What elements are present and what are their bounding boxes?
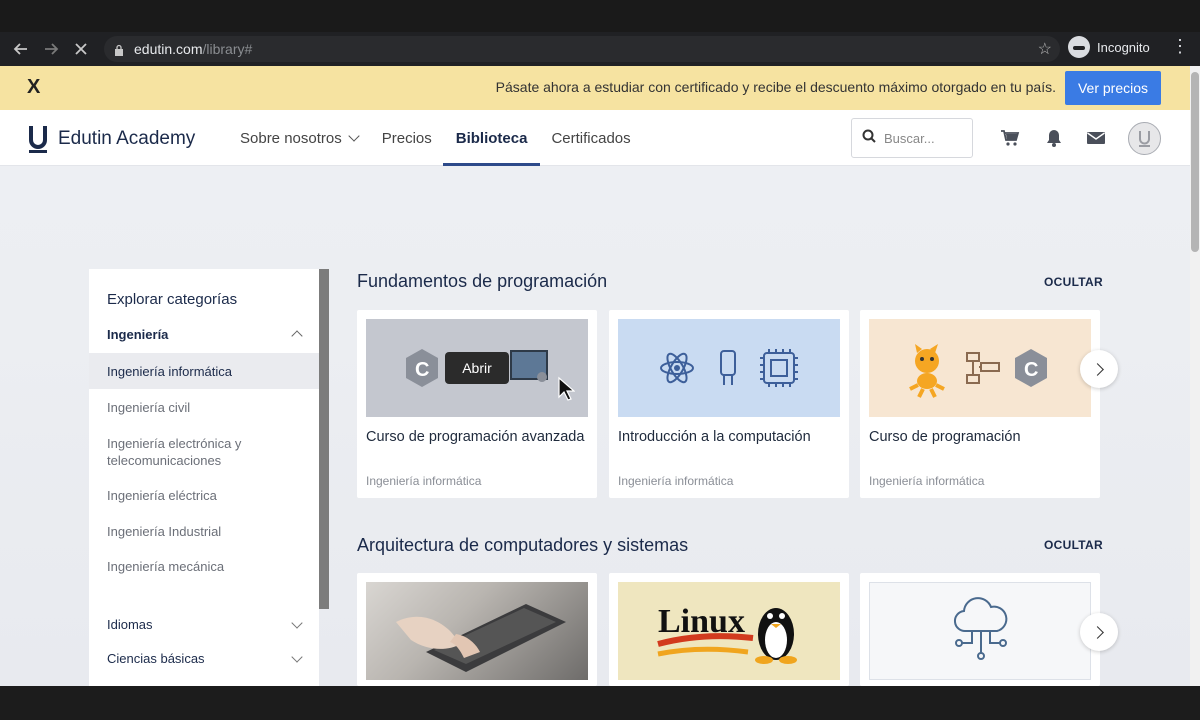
next-arrow-button[interactable] [1080, 350, 1118, 388]
course-category: Ingeniería informática [869, 474, 985, 488]
close-promo-button[interactable]: X [27, 76, 40, 99]
sidebar-section-basic-sciences[interactable]: Ciencias básicas [107, 651, 303, 666]
brand-name[interactable]: Edutin Academy [58, 128, 195, 150]
cart-icon[interactable] [1000, 128, 1020, 148]
next-arrow-button[interactable] [1080, 613, 1118, 651]
course-card[interactable] [357, 573, 597, 686]
browser-toolbar: edutin.com/library# ☆ Incognito ⋮ [0, 32, 1200, 66]
top-black-bar [0, 0, 1200, 32]
nav-library-label: Biblioteca [455, 129, 528, 147]
sidebar-item-civil-engineering[interactable]: Ingeniería civil [89, 399, 319, 416]
course-thumbnail [869, 582, 1091, 680]
edutin-logo-icon[interactable] [28, 124, 48, 154]
open-tooltip: Abrir [445, 352, 509, 384]
sidebar-scrollbar[interactable] [319, 269, 329, 609]
user-avatar[interactable] [1128, 122, 1161, 155]
mouse-cursor-icon [557, 376, 576, 407]
course-thumbnail [366, 582, 588, 680]
nav-about[interactable]: Sobre nosotros [240, 110, 360, 166]
sidebar-item-mechanical-engineering[interactable]: Ingeniería mecánica [89, 558, 319, 575]
bookmark-star-icon[interactable]: ☆ [1038, 39, 1052, 59]
bottom-black-bar [0, 686, 1200, 720]
course-title: Curso de programación [869, 429, 1021, 445]
screen: edutin.com/library# ☆ Incognito ⋮ X Pása… [0, 0, 1200, 720]
course-card[interactable]: C Curso de programación Ingeniería infor… [860, 310, 1100, 498]
sidebar-title: Explorar categorías [107, 291, 238, 308]
main-nav: Sobre nosotros Precios Biblioteca Certif… [240, 110, 655, 166]
sidebar-section-label: Idiomas [107, 617, 153, 632]
sidebar-section-label: Ciencias básicas [107, 651, 205, 666]
course-category: Ingeniería informática [618, 474, 734, 488]
search-input[interactable]: Buscar... [851, 118, 973, 158]
course-card[interactable]: Introducción a la computación Ingeniería… [609, 310, 849, 498]
chevron-right-icon [1090, 625, 1104, 639]
page-scrollbar[interactable] [1190, 66, 1200, 686]
forward-icon[interactable] [36, 34, 66, 64]
browser-menu-icon[interactable]: ⋮ [1170, 36, 1190, 57]
site-header: Edutin Academy Sobre nosotros Precios Bi… [0, 110, 1190, 166]
chevron-right-icon [1090, 362, 1104, 376]
stop-loading-icon[interactable] [66, 34, 96, 64]
nav-prices[interactable]: Precios [382, 110, 432, 166]
nav-about-label: Sobre nosotros [240, 129, 342, 147]
sidebar-section-languages[interactable]: Idiomas [107, 617, 303, 632]
incognito-badge[interactable]: Incognito [1068, 36, 1150, 58]
nav-library[interactable]: Biblioteca [442, 110, 541, 166]
hide-section-button[interactable]: OCULTAR [1044, 275, 1103, 289]
course-title: Introducción a la computación [618, 429, 811, 445]
promo-banner: X Pásate ahora a estudiar con certificad… [0, 66, 1190, 110]
see-prices-button[interactable]: Ver precios [1065, 71, 1161, 105]
section-title: Arquitectura de computadores y sistemas [357, 535, 689, 555]
category-sidebar: Explorar categorías Ingeniería Ingenierí… [89, 269, 319, 686]
course-category: Ingeniería informática [366, 474, 482, 488]
sidebar-item-industrial-engineering[interactable]: Ingeniería Industrial [89, 523, 319, 540]
sidebar-item-label: Ingeniería Industrial [107, 524, 222, 539]
cloud-network-icon [954, 597, 1008, 660]
sidebar-item-label: Ingeniería electrónica y telecomunicacio… [107, 436, 242, 468]
sidebar-item-electrical-engineering[interactable]: Ingeniería eléctrica [89, 487, 319, 504]
page-scrollbar-thumb[interactable] [1191, 72, 1199, 252]
sidebar-item-label: Ingeniería informática [107, 364, 233, 379]
course-thumbnail [618, 319, 840, 417]
nav-prices-label: Precios [381, 129, 432, 147]
course-thumbnail: C [869, 319, 1091, 417]
page: X Pásate ahora a estudiar con certificad… [0, 66, 1200, 686]
chevron-down-icon [291, 651, 303, 663]
mail-icon[interactable] [1086, 128, 1106, 148]
sidebar-item-label: Ingeniería eléctrica [107, 488, 217, 503]
chevron-up-icon [291, 330, 303, 342]
lock-icon [114, 43, 124, 56]
section-title: Fundamentos de programación [357, 271, 608, 291]
chevron-down-icon [291, 617, 303, 629]
svg-text:C: C [415, 359, 429, 381]
svg-text:C: C [1024, 359, 1038, 381]
nav-certificates-label: Certificados [551, 129, 631, 147]
address-bar[interactable]: edutin.com/library# ☆ [104, 36, 1060, 62]
sidebar-item-computer-engineering[interactable]: Ingeniería informática [89, 353, 319, 389]
search-placeholder: Buscar... [884, 130, 935, 146]
course-thumbnail: Linux [618, 582, 840, 680]
back-icon[interactable] [6, 34, 36, 64]
sidebar-item-label: Ingeniería civil [107, 400, 191, 415]
course-card[interactable]: Linux [609, 573, 849, 686]
url-path: /library# [202, 41, 253, 57]
sidebar-section-label: Ingeniería [107, 327, 169, 342]
incognito-icon [1068, 36, 1090, 58]
incognito-label: Incognito [1097, 39, 1150, 55]
nav-certificates[interactable]: Certificados [551, 110, 630, 166]
url-host: edutin.com [134, 41, 203, 57]
course-card[interactable] [860, 573, 1100, 686]
promo-message: Pásate ahora a estudiar con certificado … [495, 79, 1056, 95]
course-title: Curso de programación avanzada [366, 429, 585, 445]
hide-section-button[interactable]: OCULTAR [1044, 538, 1103, 552]
bell-icon[interactable] [1044, 128, 1064, 148]
search-icon [862, 129, 876, 148]
chevron-down-icon [348, 130, 360, 142]
sidebar-section-engineering[interactable]: Ingeniería [107, 327, 303, 342]
sidebar-item-label: Ingeniería mecánica [107, 559, 225, 574]
sidebar-item-electronics-engineering[interactable]: Ingeniería electrónica y telecomunicacio… [89, 435, 269, 469]
